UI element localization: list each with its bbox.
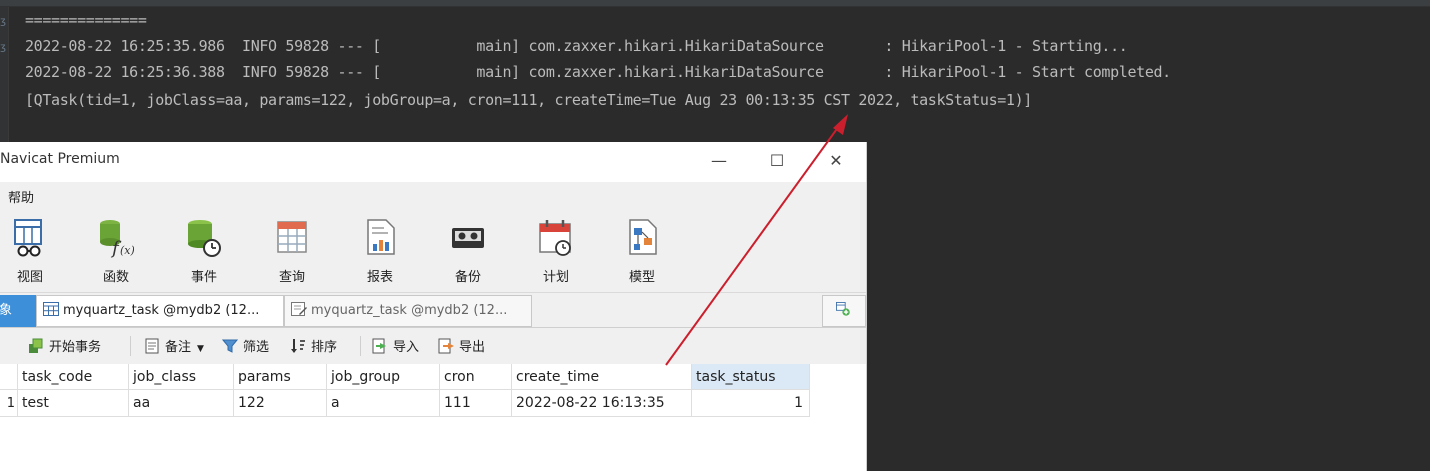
column-header-task-status[interactable]: task_status: [692, 364, 810, 390]
query-icon: [277, 221, 307, 253]
minimize-button[interactable]: —: [708, 150, 730, 172]
row-number[interactable]: 1: [0, 390, 18, 417]
table-cell[interactable]: test: [18, 390, 129, 417]
filter-label: 筛选: [243, 340, 270, 355]
ribbon-backup-button[interactable]: 备份: [438, 216, 498, 288]
tab-label: myquartz_task @mydb2 (12...: [63, 303, 260, 318]
table-cell[interactable]: 122: [234, 390, 327, 417]
table-cell[interactable]: a: [327, 390, 440, 417]
import-label: 导入: [393, 340, 420, 355]
console-top-bar: [0, 0, 1430, 7]
column-header-params[interactable]: params: [234, 364, 327, 390]
transaction-icon: [29, 338, 43, 353]
export-button[interactable]: 导出: [438, 336, 485, 355]
maximize-button[interactable]: ☐: [766, 150, 788, 172]
navicat-window: Navicat Premium — ☐ ✕ 帮助 视图 f (x) 函数 事件 …: [0, 142, 867, 471]
column-header-cron[interactable]: cron: [440, 364, 512, 390]
log-line-3: [QTask(tid=1, jobClass=aa, params=122, j…: [25, 91, 1032, 109]
event-icon: [188, 220, 221, 257]
console-separator: ==============: [25, 11, 147, 29]
report-icon: [367, 219, 395, 255]
import-button[interactable]: 导入: [372, 336, 419, 355]
data-toolbar: 开始事务 备注 ▼ 筛选 排序 导入 导出: [0, 328, 866, 364]
memo-label: 备注: [165, 340, 192, 355]
ribbon-label: 报表: [366, 270, 393, 285]
ribbon-function-button[interactable]: f (x) 函数: [86, 216, 146, 288]
sort-icon: [291, 339, 305, 353]
ribbon-label: 模型: [628, 270, 655, 285]
tab-table-design[interactable]: myquartz_task @mydb2 (12...: [284, 295, 532, 327]
chevron-down-icon: ▼: [197, 344, 204, 354]
begin-transaction-button[interactable]: 开始事务: [28, 336, 101, 355]
gutter-marker: ʒ: [0, 42, 7, 53]
column-header-job-group[interactable]: job_group: [327, 364, 440, 390]
ribbon-label: 函数: [102, 270, 129, 285]
ribbon-schedule-button[interactable]: 计划: [526, 216, 586, 288]
new-table-icon: [836, 302, 850, 316]
view-icon: [14, 219, 42, 257]
ribbon-model-button[interactable]: 模型: [612, 216, 672, 288]
ribbon-label: 备份: [454, 270, 481, 285]
memo-icon: [145, 338, 159, 354]
toolbar-separator: [130, 336, 131, 356]
tab-bar: 象 myquartz_task @mydb2 (12... myquartz_t…: [0, 292, 866, 328]
tab-objects[interactable]: 象: [0, 295, 38, 327]
tab-table-data[interactable]: myquartz_task @mydb2 (12...: [36, 295, 284, 327]
import-icon: [372, 338, 386, 354]
ribbon-view-button[interactable]: 视图: [0, 216, 60, 288]
table-cell[interactable]: 2022-08-22 16:13:35: [512, 390, 692, 417]
column-header-create-time[interactable]: create_time: [512, 364, 692, 390]
menu-help[interactable]: 帮助: [8, 187, 34, 206]
filter-button[interactable]: 筛选: [222, 336, 269, 355]
ribbon-label: 计划: [542, 270, 569, 285]
window-title: Navicat Premium: [0, 151, 120, 167]
filter-icon: [222, 339, 238, 353]
ribbon-toolbar: 视图 f (x) 函数 事件 查询 报表 备份 计划 模型: [0, 210, 866, 292]
table-cell[interactable]: aa: [129, 390, 234, 417]
toolbar-separator: [360, 336, 361, 356]
close-button[interactable]: ✕: [825, 150, 847, 172]
tab-label: 象: [0, 303, 13, 318]
column-header-task-code[interactable]: task_code: [18, 364, 129, 390]
export-label: 导出: [459, 340, 486, 355]
function-icon: f (x): [100, 220, 134, 258]
sort-button[interactable]: 排序: [290, 336, 337, 355]
ribbon-event-button[interactable]: 事件: [174, 216, 234, 288]
tab-label: myquartz_task @mydb2 (12...: [311, 303, 508, 318]
svg-text:(x): (x): [120, 244, 134, 257]
sort-label: 排序: [311, 340, 338, 355]
ribbon-label: 查询: [278, 270, 305, 285]
begin-transaction-label: 开始事务: [49, 340, 102, 355]
menu-bar: 帮助: [0, 182, 866, 210]
ribbon-label: 视图: [16, 270, 43, 285]
new-tab-button[interactable]: [822, 295, 866, 327]
table-icon: [43, 302, 59, 316]
row-header-corner: [0, 364, 18, 390]
backup-icon: [452, 228, 484, 248]
log-line-1: 2022-08-22 16:25:35.986 INFO 59828 --- […: [25, 37, 1128, 55]
log-line-2: 2022-08-22 16:25:36.388 INFO 59828 --- […: [25, 63, 1171, 81]
title-bar: Navicat Premium — ☐ ✕: [0, 142, 866, 180]
ribbon-query-button[interactable]: 查询: [262, 216, 322, 288]
gutter-marker: ʒ: [0, 16, 7, 27]
table-cell[interactable]: 111: [440, 390, 512, 417]
column-header-job-class[interactable]: job_class: [129, 364, 234, 390]
schedule-icon: [539, 220, 571, 256]
export-icon: [438, 338, 454, 354]
table-design-icon: [291, 302, 307, 316]
data-grid: task_code job_class params job_group cro…: [0, 364, 866, 471]
ribbon-label: 事件: [190, 270, 217, 285]
memo-button[interactable]: 备注 ▼: [144, 336, 204, 355]
ribbon-report-button[interactable]: 报表: [350, 216, 410, 288]
table-cell[interactable]: 1: [692, 390, 810, 417]
model-icon: [629, 219, 657, 255]
